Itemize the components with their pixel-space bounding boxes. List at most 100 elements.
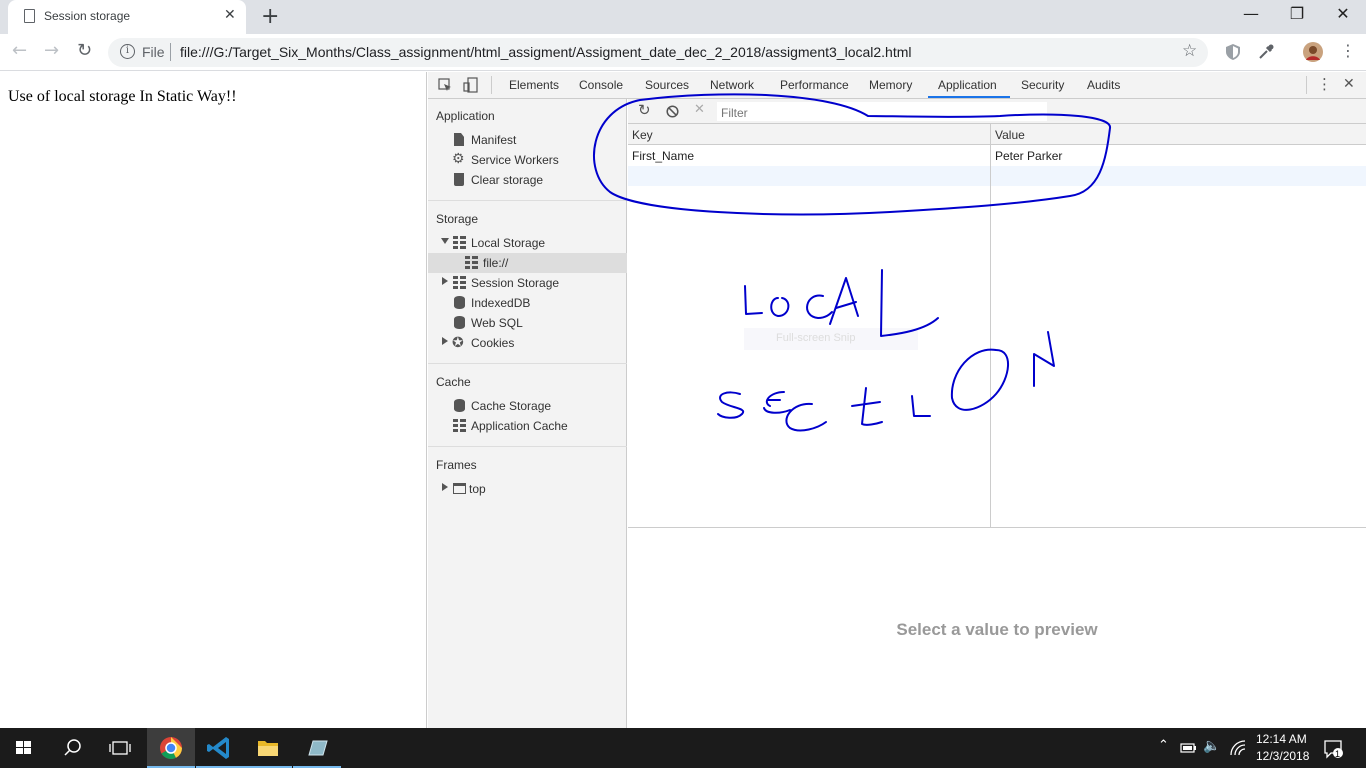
inspect-element-icon[interactable] xyxy=(438,78,452,92)
sidebar-item-service-workers[interactable]: ⚙ Service Workers xyxy=(428,150,627,170)
forward-icon[interactable]: → xyxy=(44,40,59,61)
profile-avatar[interactable] xyxy=(1303,42,1323,62)
sidebar-item-label: Application Cache xyxy=(471,419,568,433)
task-view-icon[interactable] xyxy=(96,728,144,768)
close-tab-icon[interactable]: ✕ xyxy=(224,7,236,23)
browser-toolbar: ← → ↻ i File file:///G:/Target_Six_Month… xyxy=(0,34,1366,71)
wifi-icon[interactable] xyxy=(1229,739,1247,757)
filter-input[interactable] xyxy=(717,102,1047,121)
tab-sources[interactable]: Sources xyxy=(645,78,689,92)
devtools-panel: Elements Console Sources Network Perform… xyxy=(428,72,1366,728)
sidebar-item-label: Clear storage xyxy=(471,173,544,187)
device-toolbar-icon[interactable] xyxy=(463,77,479,93)
expand-arrow-icon[interactable] xyxy=(442,337,448,345)
tab-strip: Session storage ✕ + — ❐ ✕ xyxy=(0,0,1366,34)
table-row[interactable]: First_Name Peter Parker xyxy=(628,146,1366,166)
tab-title: Session storage xyxy=(44,9,131,23)
section-divider xyxy=(428,200,627,201)
storage-toolbar: ↻ ✕ xyxy=(628,99,1366,124)
sidebar-item-cache-storage[interactable]: Cache Storage xyxy=(428,396,627,416)
new-tab-button[interactable]: + xyxy=(261,4,279,29)
sidebar-item-session-storage[interactable]: Session Storage xyxy=(428,273,627,293)
database-icon xyxy=(454,316,465,329)
clock-time[interactable]: 12:14 AM xyxy=(1256,732,1307,746)
grid-bottom-divider xyxy=(628,527,1366,528)
vscode-icon[interactable] xyxy=(196,728,244,768)
bookmark-star-icon[interactable]: ☆ xyxy=(1182,41,1197,61)
tab-performance[interactable]: Performance xyxy=(780,78,849,92)
database-icon xyxy=(454,296,465,309)
grid-header: Key Value xyxy=(628,124,1366,145)
sidebar-item-label: Service Workers xyxy=(471,153,559,167)
row-key: First_Name xyxy=(632,149,695,163)
sidebar-item-top-frame[interactable]: top xyxy=(428,479,627,499)
search-icon[interactable] xyxy=(48,728,96,768)
gear-icon: ⚙ xyxy=(452,150,465,166)
close-window-button[interactable]: ✕ xyxy=(1320,4,1366,23)
address-bar[interactable]: i File file:///G:/Target_Six_Months/Clas… xyxy=(108,38,1208,67)
volume-icon[interactable]: 🔈 xyxy=(1203,738,1220,754)
expand-arrow-icon[interactable] xyxy=(442,277,448,285)
browser-tab[interactable]: Session storage ✕ xyxy=(8,0,246,34)
back-icon[interactable]: ← xyxy=(12,40,27,61)
cookie-icon: ✪ xyxy=(452,334,464,350)
sidebar-item-local-file[interactable]: file:// xyxy=(428,253,627,273)
file-icon xyxy=(454,133,464,146)
tab-elements[interactable]: Elements xyxy=(509,78,559,92)
refresh-icon[interactable]: ↻ xyxy=(638,101,651,119)
table-icon xyxy=(453,276,466,289)
windows-start-icon[interactable] xyxy=(0,728,48,768)
table-row-empty[interactable] xyxy=(628,166,1366,186)
scheme-label: File xyxy=(142,44,165,60)
clock-date[interactable]: 12/3/2018 xyxy=(1256,749,1309,763)
expand-arrow-icon[interactable] xyxy=(441,238,449,244)
file-explorer-icon[interactable] xyxy=(244,728,292,768)
section-divider xyxy=(428,446,627,447)
menu-icon[interactable]: ⋮ xyxy=(1340,41,1356,60)
devtools-menu-icon[interactable]: ⋮ xyxy=(1317,75,1332,93)
tab-audits[interactable]: Audits xyxy=(1087,78,1120,92)
section-application: Application xyxy=(436,109,495,123)
chrome-icon[interactable] xyxy=(147,728,195,768)
database-icon xyxy=(454,399,465,412)
active-tab-indicator xyxy=(928,96,1010,98)
tab-network[interactable]: Network xyxy=(710,78,754,92)
sidebar-item-label: Manifest xyxy=(471,133,517,147)
show-hidden-icons[interactable]: ⌃ xyxy=(1158,738,1169,753)
notification-count: 1 xyxy=(1335,749,1341,759)
url-text[interactable]: file:///G:/Target_Six_Months/Class_assig… xyxy=(180,44,912,60)
sidebar-item-local-storage[interactable]: Local Storage xyxy=(428,233,627,253)
tab-divider xyxy=(1306,76,1307,94)
info-icon[interactable]: i xyxy=(120,44,135,59)
tab-security[interactable]: Security xyxy=(1021,78,1064,92)
sidebar-item-label: top xyxy=(469,482,486,496)
battery-icon[interactable] xyxy=(1180,741,1198,755)
clear-all-icon[interactable] xyxy=(666,105,679,118)
sidebar-item-web-sql[interactable]: Web SQL xyxy=(428,313,627,333)
tab-application[interactable]: Application xyxy=(938,78,997,92)
shield-extension-icon[interactable] xyxy=(1224,43,1242,61)
snipping-tool-icon[interactable] xyxy=(293,728,341,768)
sidebar-item-application-cache[interactable]: Application Cache xyxy=(428,416,627,436)
sidebar-item-indexeddb[interactable]: IndexedDB xyxy=(428,293,627,313)
eyedropper-extension-icon[interactable] xyxy=(1257,43,1275,61)
expand-arrow-icon[interactable] xyxy=(442,483,448,491)
column-header-value[interactable]: Value xyxy=(995,128,1025,142)
restore-button[interactable]: ❐ xyxy=(1274,4,1320,23)
sidebar-item-label: Cookies xyxy=(471,336,515,350)
tab-console[interactable]: Console xyxy=(579,78,623,92)
omnibox-separator xyxy=(170,43,171,61)
reload-icon[interactable]: ↻ xyxy=(77,40,92,61)
delete-selected-icon[interactable]: ✕ xyxy=(694,102,705,117)
minimize-button[interactable]: — xyxy=(1228,4,1274,23)
sidebar-item-cookies[interactable]: ✪ Cookies xyxy=(428,333,627,353)
column-header-key[interactable]: Key xyxy=(632,128,653,142)
devtools-close-icon[interactable]: ✕ xyxy=(1343,76,1355,92)
table-icon xyxy=(465,256,478,269)
page-icon xyxy=(24,9,35,23)
sidebar-item-manifest[interactable]: Manifest xyxy=(428,130,627,150)
sidebar-item-clear-storage[interactable]: Clear storage xyxy=(428,170,627,190)
table-icon xyxy=(453,236,466,249)
tab-memory[interactable]: Memory xyxy=(869,78,912,92)
sidebar-item-label: Session Storage xyxy=(471,276,560,290)
